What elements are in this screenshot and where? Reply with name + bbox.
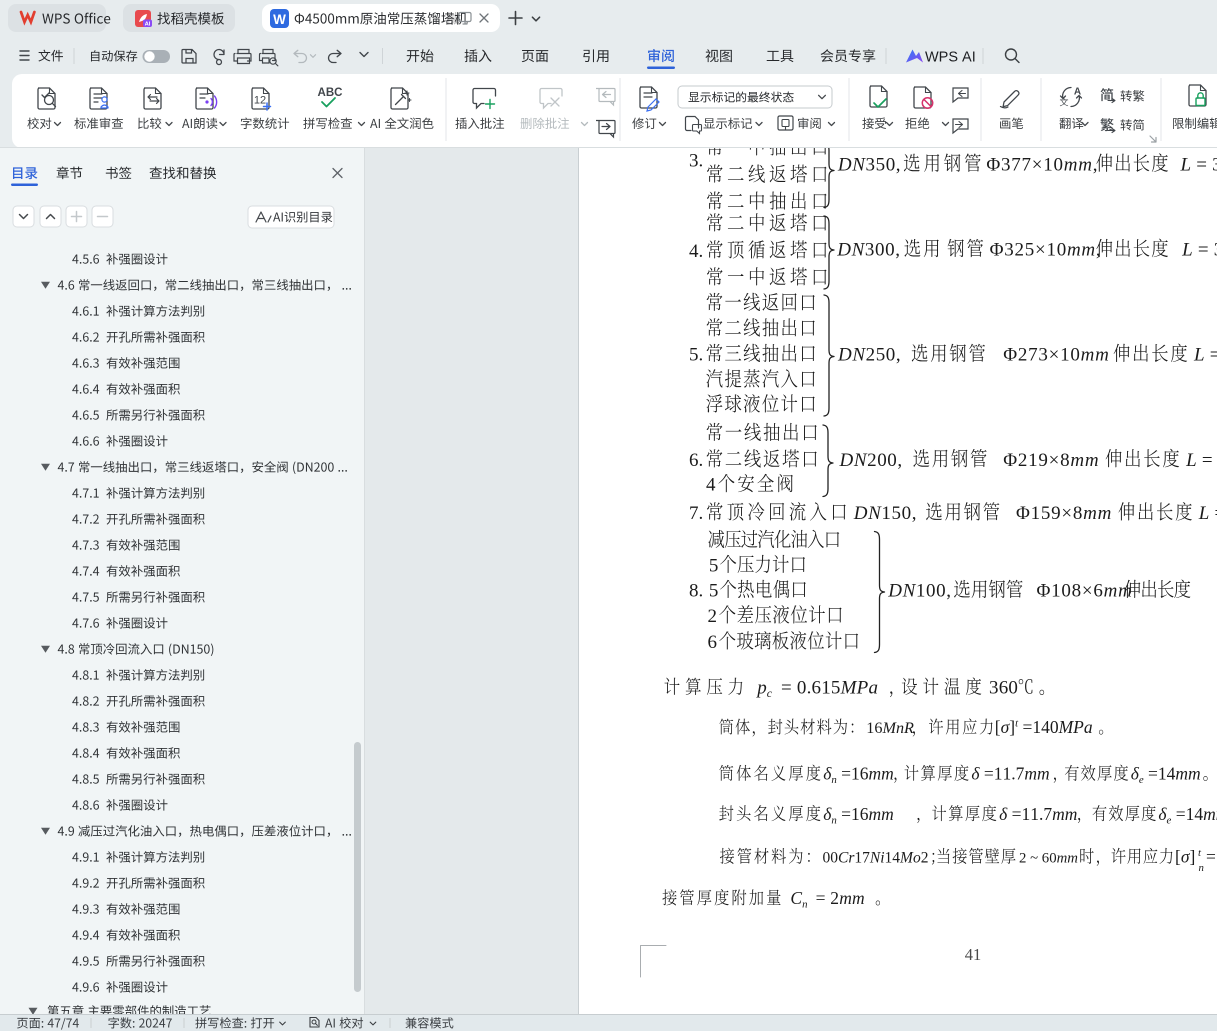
svg-text:L = 3: L = 3 (1181, 240, 1217, 261)
svg-text:DN250,: DN250, (837, 345, 901, 366)
svg-text:DN350,: DN350, (837, 154, 901, 175)
svg-text:= 0.615MPa: = 0.615MPa (781, 678, 878, 699)
svg-text:ABC: ABC (318, 87, 343, 99)
svg-text:δ =11.7mm: δ =11.7mm (971, 764, 1049, 784)
svg-text:[σ]t =140MPa: [σ]t =140MPa (995, 717, 1093, 737)
svg-text:L = 2: L = 2 (1198, 503, 1217, 524)
svg-text:DN150,: DN150, (853, 503, 917, 524)
svg-text:W: W (273, 12, 286, 27)
svg-text:DN200,: DN200, (839, 450, 903, 471)
svg-text:L = 3: L = 3 (1180, 154, 1217, 175)
svg-text:L = 30: L = 30 (1185, 450, 1217, 471)
svg-text:AI: AI (145, 22, 151, 28)
svg-text:4: 4 (706, 475, 716, 496)
svg-text:= 2mm: = 2mm (816, 888, 865, 908)
svg-text:Φ219×8mm: Φ219×8mm (1003, 450, 1099, 471)
svg-text:5: 5 (709, 556, 719, 577)
svg-text:12: 12 (254, 95, 266, 107)
svg-text:DN300,: DN300, (836, 240, 900, 261)
svg-text:Φ108×6mm: Φ108×6mm (1037, 581, 1133, 602)
svg-text:4.: 4. (689, 241, 703, 262)
svg-text:DN100,: DN100, (887, 581, 951, 602)
svg-text:Φ377×10mm,: Φ377×10mm, (986, 154, 1098, 175)
svg-text:[σ]: [σ] (1175, 847, 1195, 867)
svg-text:8.: 8. (689, 581, 703, 602)
svg-text:360: 360 (989, 678, 1018, 699)
svg-text:Φ273×10mm: Φ273×10mm (1003, 345, 1109, 366)
svg-text:16MnR: 16MnR (866, 719, 914, 737)
svg-text:WPS AI: WPS AI (925, 50, 976, 66)
svg-text:00Cr17Ni14Mo2: 00Cr17Ni14Mo2 (823, 850, 929, 867)
svg-text:41: 41 (965, 945, 982, 964)
svg-text:5: 5 (709, 581, 719, 602)
svg-text:2: 2 (708, 606, 718, 627)
svg-text:A: A (1074, 87, 1081, 98)
svg-text:6.: 6. (689, 450, 703, 471)
svg-text:n: n (1199, 862, 1204, 874)
svg-text:5.: 5. (689, 345, 703, 366)
svg-text:2 ~ 60mm: 2 ~ 60mm (1019, 851, 1078, 867)
svg-text:L = 3: L = 3 (1193, 345, 1217, 366)
svg-text:6: 6 (708, 632, 718, 653)
svg-text:Φ325×10mm,: Φ325×10mm, (990, 240, 1102, 261)
svg-text:Φ159×8mm: Φ159×8mm (1016, 503, 1112, 524)
svg-text:δ =11.7mm: δ =11.7mm (999, 804, 1077, 824)
svg-text:7.: 7. (689, 503, 703, 524)
svg-text:=: = (1206, 847, 1216, 867)
svg-text:3.: 3. (689, 151, 703, 172)
